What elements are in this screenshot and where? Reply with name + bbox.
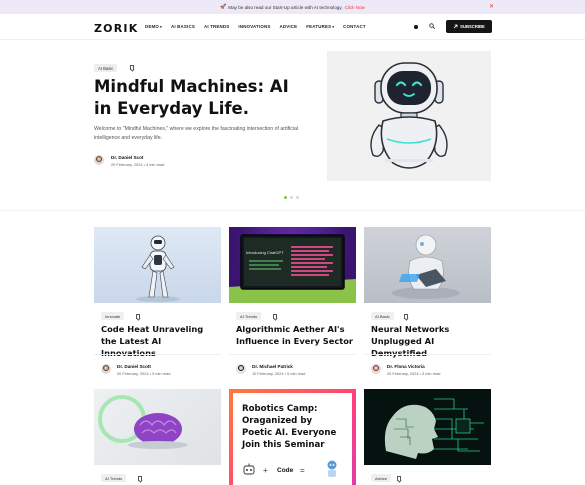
article-thumbnail[interactable] — [364, 389, 491, 465]
search-icon[interactable] — [429, 23, 435, 29]
robot-head-icon — [243, 463, 255, 475]
article-date: 10 February, 2024 — [252, 371, 284, 376]
robot-icon — [327, 460, 337, 477]
article-title[interactable]: Algorithmic Aether AI's Influence in Eve… — [236, 323, 354, 347]
read-time: 3 min read — [152, 371, 171, 376]
nav-item-demo[interactable]: DEMO▾ — [145, 24, 162, 29]
promo-code-label: Code — [277, 467, 294, 474]
article-thumbnail[interactable] — [94, 389, 221, 465]
category-tag[interactable]: AI Trends — [236, 312, 262, 320]
nav-item-innovations[interactable]: INNOVATIONS — [238, 24, 270, 29]
article-card[interactable]: AI Basic Neural Networks Unplugged AI De… — [364, 227, 491, 379]
read-time: 3 min read — [422, 371, 441, 376]
bookmark-icon[interactable] — [397, 476, 401, 481]
monitor-image — [229, 234, 356, 303]
brain-image — [98, 395, 188, 449]
avatar[interactable] — [371, 364, 381, 374]
nav-item-advice[interactable]: ADVICE — [279, 24, 297, 29]
slider-dot[interactable] — [290, 196, 293, 199]
site-logo[interactable]: ZORIK — [94, 22, 138, 35]
laptop-robot-image — [392, 234, 460, 299]
announcement-text: May be also read our Start-Up article wi… — [228, 4, 343, 10]
author-meta: 20 February, 2024 • 3 min read — [387, 371, 441, 376]
announcement-bar: 🚀 May be also read our Start-Up article … — [0, 0, 585, 14]
article-thumbnail[interactable] — [364, 227, 491, 303]
read-time: 5 min read — [287, 371, 306, 376]
hero-robot-image[interactable] — [327, 51, 491, 181]
equals-icon: = — [300, 466, 305, 475]
nav-item-contact[interactable]: CONTACT — [343, 24, 366, 29]
avatar[interactable] — [236, 364, 246, 374]
bookmark-icon[interactable] — [404, 314, 408, 319]
bookmark-icon[interactable] — [138, 476, 142, 481]
author-name[interactable]: Dr. Michael Patrick — [252, 364, 293, 369]
author-name[interactable]: Dr. Daniel Scott — [117, 364, 151, 369]
article-card[interactable]: Advice — [364, 389, 491, 485]
hero-read-time: 3 min read — [146, 162, 165, 167]
hero-slider-dots — [284, 196, 299, 199]
article-card[interactable]: Introducing ChatGPT AI Trends Algorithmi… — [229, 227, 356, 379]
nav-item-ai-basics[interactable]: AI BASICS — [171, 24, 195, 29]
screen-text: Introducing ChatGPT — [246, 250, 284, 255]
bookmark-icon[interactable] — [273, 314, 277, 319]
nav-menu: DEMO▾ AI BASICS AI TRENDS INNOVATIONS AD… — [145, 24, 375, 29]
article-date: 20 February, 2024 — [387, 371, 419, 376]
slider-dot[interactable] — [296, 196, 299, 199]
article-card[interactable]: Innovate Code Heat Unraveling the Latest… — [94, 227, 221, 379]
rocket-icon: 🚀 — [220, 4, 227, 10]
avatar[interactable] — [94, 155, 104, 165]
author-meta: 20 February, 2024 • 3 min read — [117, 371, 171, 376]
author-name[interactable]: Dr. Flona Victoria — [387, 364, 425, 369]
main-navigation: ZORIK DEMO▾ AI BASICS AI TRENDS INNOVATI… — [0, 14, 585, 40]
circuit-head-image — [384, 398, 484, 459]
author-meta: 10 February, 2024 • 5 min read — [252, 371, 306, 376]
promo-card[interactable]: Robotics Camp: Oraganized by Poetic AI. … — [229, 389, 356, 485]
category-tag[interactable]: Innovate — [101, 312, 125, 320]
card-divider — [229, 354, 356, 355]
hero-author-meta: 20 February, 2024 • 3 min read — [111, 162, 165, 167]
hero-description: Welcome to "Mindful Machines," where we … — [94, 126, 298, 141]
hero-date: 20 February, 2024 — [111, 162, 143, 167]
bookmark-icon[interactable] — [130, 65, 134, 70]
category-tag[interactable]: Advice — [371, 474, 392, 482]
slider-dot[interactable] — [284, 196, 287, 199]
plus-icon: + — [263, 466, 268, 475]
theme-toggle-icon[interactable] — [414, 25, 418, 29]
subscribe-button[interactable]: SUBSCRIBE — [446, 20, 492, 33]
announcement-link[interactable]: Click Now — [345, 5, 365, 10]
category-tag[interactable]: AI Trends — [101, 474, 127, 482]
close-icon[interactable]: ✕ — [489, 3, 494, 10]
nav-item-features[interactable]: FEATURES▾ — [306, 24, 334, 29]
chevron-down-icon: ▾ — [332, 25, 335, 29]
subscribe-label: SUBSCRIBE — [460, 24, 485, 29]
promo-title[interactable]: Robotics Camp: Oraganized by Poetic AI. … — [242, 403, 342, 451]
walking-robot-image — [136, 235, 180, 302]
section-divider — [0, 210, 585, 211]
bookmark-icon[interactable] — [136, 314, 140, 319]
article-thumbnail[interactable]: Introducing ChatGPT — [229, 227, 356, 303]
avatar[interactable] — [101, 364, 111, 374]
arrow-up-right-icon — [453, 24, 458, 29]
hero-title[interactable]: Mindful Machines: AI in Everyday Life. — [94, 76, 304, 120]
article-thumbnail[interactable] — [94, 227, 221, 303]
card-divider — [94, 354, 221, 355]
hero-author-name[interactable]: Dr. Daniel Scot — [111, 155, 143, 160]
article-date: 20 February, 2024 — [117, 371, 149, 376]
article-card[interactable]: AI Trends — [94, 389, 221, 485]
category-tag[interactable]: AI Basic — [371, 312, 394, 320]
card-divider — [364, 354, 491, 355]
hero-category-tag[interactable]: AI Basic — [94, 64, 118, 72]
nav-item-ai-trends[interactable]: AI TRENDS — [204, 24, 229, 29]
robot-illustration — [370, 62, 448, 169]
chevron-down-icon: ▾ — [159, 25, 162, 29]
